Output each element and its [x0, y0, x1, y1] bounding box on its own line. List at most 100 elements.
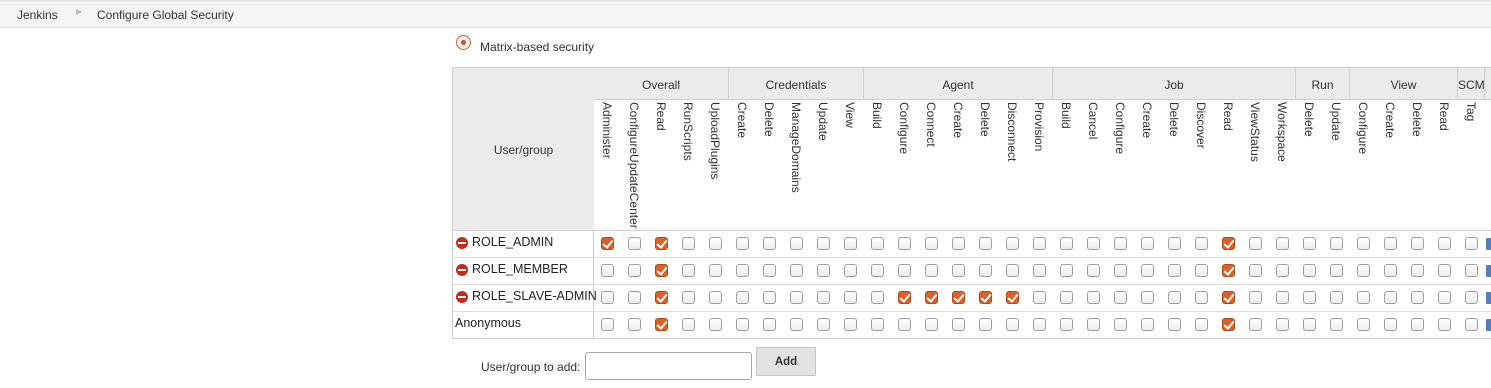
permission-checkbox[interactable] — [1249, 318, 1262, 331]
permission-checkbox[interactable] — [1222, 291, 1235, 304]
permission-checkbox[interactable] — [952, 291, 965, 304]
permission-checkbox[interactable] — [790, 237, 803, 250]
permission-checkbox[interactable] — [979, 318, 992, 331]
permission-checkbox[interactable] — [871, 237, 884, 250]
permission-checkbox[interactable] — [952, 264, 965, 277]
radio-selected-icon[interactable] — [456, 35, 471, 50]
permission-checkbox[interactable] — [871, 291, 884, 304]
permission-checkbox[interactable] — [763, 264, 776, 277]
permission-checkbox[interactable] — [1438, 264, 1451, 277]
permission-checkbox[interactable] — [1114, 264, 1127, 277]
row-action-icon[interactable] — [1486, 238, 1491, 250]
permission-checkbox[interactable] — [1087, 291, 1100, 304]
permission-checkbox[interactable] — [1249, 237, 1262, 250]
permission-checkbox[interactable] — [736, 291, 749, 304]
permission-checkbox[interactable] — [925, 264, 938, 277]
permission-checkbox[interactable] — [1465, 264, 1478, 277]
permission-checkbox[interactable] — [628, 237, 641, 250]
permission-checkbox[interactable] — [898, 237, 911, 250]
remove-circle-icon[interactable] — [456, 291, 468, 303]
permission-checkbox[interactable] — [682, 264, 695, 277]
permission-checkbox[interactable] — [1195, 291, 1208, 304]
permission-checkbox[interactable] — [1303, 318, 1316, 331]
permission-checkbox[interactable] — [1330, 237, 1343, 250]
permission-checkbox[interactable] — [952, 237, 965, 250]
permission-checkbox[interactable] — [655, 291, 668, 304]
permission-checkbox[interactable] — [655, 237, 668, 250]
permission-checkbox[interactable] — [601, 318, 614, 331]
permission-checkbox[interactable] — [1006, 318, 1019, 331]
permission-checkbox[interactable] — [844, 264, 857, 277]
permission-checkbox[interactable] — [1060, 237, 1073, 250]
permission-checkbox[interactable] — [1222, 318, 1235, 331]
permission-checkbox[interactable] — [1222, 264, 1235, 277]
permission-checkbox[interactable] — [817, 264, 830, 277]
row-action-icon[interactable] — [1486, 292, 1491, 304]
permission-checkbox[interactable] — [709, 318, 722, 331]
permission-checkbox[interactable] — [1249, 264, 1262, 277]
permission-checkbox[interactable] — [1114, 237, 1127, 250]
row-action-icon[interactable] — [1486, 319, 1491, 331]
permission-checkbox[interactable] — [898, 291, 911, 304]
permission-checkbox[interactable] — [790, 318, 803, 331]
remove-circle-icon[interactable] — [456, 264, 468, 276]
permission-checkbox[interactable] — [1114, 291, 1127, 304]
permission-checkbox[interactable] — [898, 264, 911, 277]
permission-checkbox[interactable] — [601, 237, 614, 250]
permission-checkbox[interactable] — [1411, 264, 1424, 277]
permission-checkbox[interactable] — [817, 237, 830, 250]
permission-checkbox[interactable] — [1033, 237, 1046, 250]
permission-checkbox[interactable] — [790, 264, 803, 277]
permission-checkbox[interactable] — [1141, 264, 1154, 277]
permission-checkbox[interactable] — [1141, 291, 1154, 304]
permission-checkbox[interactable] — [1276, 237, 1289, 250]
add-user-button[interactable]: Add — [756, 347, 816, 376]
permission-checkbox[interactable] — [979, 237, 992, 250]
permission-checkbox[interactable] — [1384, 291, 1397, 304]
permission-checkbox[interactable] — [1357, 291, 1370, 304]
permission-checkbox[interactable] — [817, 291, 830, 304]
permission-checkbox[interactable] — [844, 291, 857, 304]
permission-checkbox[interactable] — [1411, 318, 1424, 331]
permission-checkbox[interactable] — [601, 264, 614, 277]
permission-checkbox[interactable] — [1006, 237, 1019, 250]
permission-checkbox[interactable] — [1303, 264, 1316, 277]
permission-checkbox[interactable] — [736, 318, 749, 331]
permission-checkbox[interactable] — [1141, 237, 1154, 250]
permission-checkbox[interactable] — [1060, 291, 1073, 304]
permission-checkbox[interactable] — [952, 318, 965, 331]
permission-checkbox[interactable] — [628, 318, 641, 331]
permission-checkbox[interactable] — [979, 291, 992, 304]
permission-checkbox[interactable] — [925, 291, 938, 304]
permission-checkbox[interactable] — [844, 237, 857, 250]
permission-checkbox[interactable] — [844, 318, 857, 331]
permission-checkbox[interactable] — [1249, 291, 1262, 304]
permission-checkbox[interactable] — [1033, 291, 1046, 304]
permission-checkbox[interactable] — [1168, 318, 1181, 331]
permission-checkbox[interactable] — [1438, 237, 1451, 250]
permission-checkbox[interactable] — [1168, 237, 1181, 250]
permission-checkbox[interactable] — [1276, 318, 1289, 331]
permission-checkbox[interactable] — [1384, 237, 1397, 250]
permission-checkbox[interactable] — [682, 291, 695, 304]
permission-checkbox[interactable] — [1330, 291, 1343, 304]
permission-checkbox[interactable] — [1006, 264, 1019, 277]
permission-checkbox[interactable] — [1465, 318, 1478, 331]
permission-checkbox[interactable] — [1276, 291, 1289, 304]
permission-checkbox[interactable] — [601, 291, 614, 304]
permission-checkbox[interactable] — [1357, 318, 1370, 331]
permission-checkbox[interactable] — [871, 264, 884, 277]
breadcrumb-configure-global-security[interactable]: Configure Global Security — [97, 8, 234, 22]
permission-checkbox[interactable] — [1195, 237, 1208, 250]
permission-checkbox[interactable] — [709, 264, 722, 277]
permission-checkbox[interactable] — [1411, 237, 1424, 250]
permission-checkbox[interactable] — [1087, 237, 1100, 250]
permission-checkbox[interactable] — [709, 291, 722, 304]
permission-checkbox[interactable] — [1303, 237, 1316, 250]
permission-checkbox[interactable] — [763, 237, 776, 250]
permission-checkbox[interactable] — [709, 237, 722, 250]
permission-checkbox[interactable] — [817, 318, 830, 331]
permission-checkbox[interactable] — [790, 291, 803, 304]
add-user-input[interactable] — [585, 352, 752, 380]
permission-checkbox[interactable] — [1195, 264, 1208, 277]
